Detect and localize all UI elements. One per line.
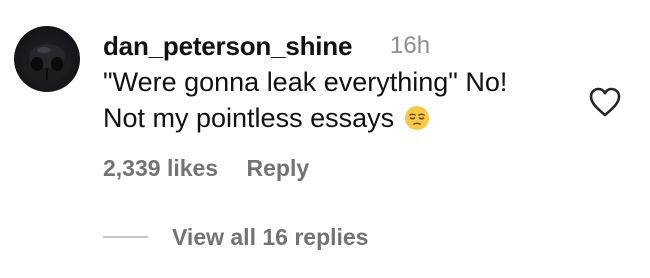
view-replies-label: View all 16 replies bbox=[172, 223, 369, 250]
replies-divider bbox=[103, 236, 148, 238]
comment-text: "Were gonna leak everything" No! Not my … bbox=[103, 64, 573, 136]
comment-text-line-1: "Were gonna leak everything" No! bbox=[103, 67, 508, 97]
view-replies-button[interactable]: View all 16 replies bbox=[103, 223, 368, 251]
pensive-face-icon bbox=[404, 104, 430, 130]
comment-text-line-2: Not my pointless essays bbox=[103, 103, 395, 133]
like-heart-icon[interactable] bbox=[588, 86, 622, 118]
comment: dan_peterson_shine 16h "Were gonna leak … bbox=[0, 0, 650, 278]
likes-count[interactable]: 2,339 likes bbox=[103, 155, 218, 182]
comment-meta: 2,339 likes Reply bbox=[103, 155, 309, 182]
username[interactable]: dan_peterson_shine bbox=[103, 31, 352, 62]
avatar-dog-nose-image bbox=[23, 42, 71, 82]
avatar[interactable] bbox=[14, 26, 80, 92]
timestamp: 16h bbox=[390, 32, 431, 59]
reply-button[interactable]: Reply bbox=[247, 155, 310, 182]
